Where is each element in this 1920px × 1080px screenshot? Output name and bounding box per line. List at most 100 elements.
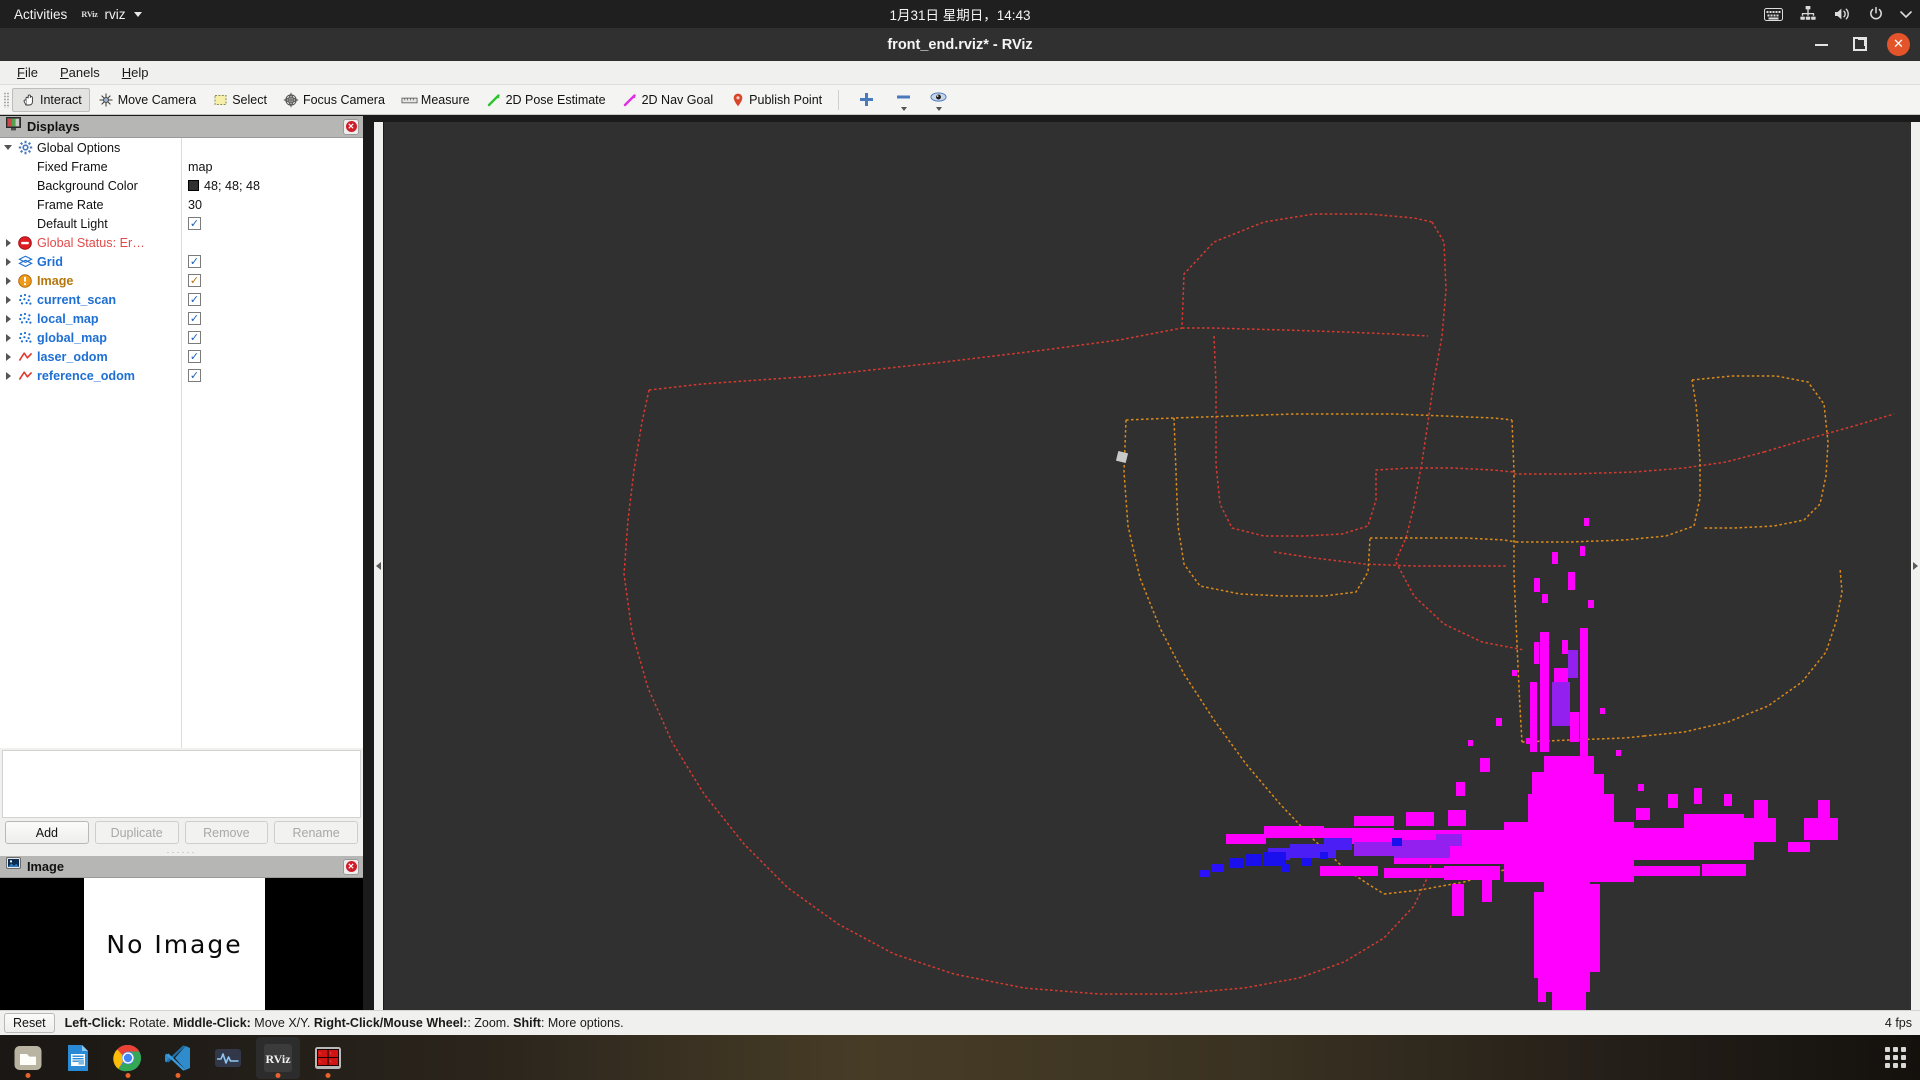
twisty-expanded[interactable]: [0, 138, 16, 157]
image-panel-close-button[interactable]: ✕: [343, 858, 359, 875]
reset-button[interactable]: Reset: [4, 1013, 55, 1033]
minus-icon: [895, 89, 912, 106]
app-menu-rviz[interactable]: RViz rviz: [81, 7, 143, 22]
tree-row-image[interactable]: Image ✓: [0, 271, 363, 290]
tool-move-camera[interactable]: Move Camera: [90, 88, 205, 112]
twisty-collapsed[interactable]: [0, 309, 16, 328]
add-tool-button[interactable]: [847, 88, 886, 112]
vscode-icon[interactable]: [156, 1037, 200, 1079]
tree-row[interactable]: Fixed Frame map: [0, 157, 363, 176]
show-applications-button[interactable]: [1885, 1035, 1906, 1080]
default-light-checkbox[interactable]: ✓: [188, 217, 201, 230]
add-button[interactable]: Add: [5, 821, 89, 844]
tool-2d-pose-estimate[interactable]: 2D Pose Estimate: [478, 88, 614, 112]
system-monitor-icon[interactable]: [206, 1037, 250, 1079]
right-dock-collapse-handle[interactable]: [1911, 122, 1920, 1010]
displays-panel-close-button[interactable]: ✕: [343, 118, 359, 135]
chevron-left-icon: [376, 562, 381, 570]
maximize-button[interactable]: [1849, 35, 1869, 55]
image-panel-icon: [6, 857, 21, 876]
tree-row-laser-odom[interactable]: laser_odom ✓: [0, 347, 363, 366]
image-visible-checkbox[interactable]: ✓: [188, 274, 201, 287]
tree-row[interactable]: Global Options: [0, 138, 363, 157]
activities-button[interactable]: Activities: [0, 7, 81, 22]
chevron-down-icon[interactable]: [1900, 10, 1912, 19]
pose-arrow-green-icon: [486, 91, 503, 108]
laser-odom-visible-checkbox[interactable]: ✓: [188, 350, 201, 363]
toolbar-grip[interactable]: [2, 89, 10, 111]
twisty-collapsed[interactable]: [0, 290, 16, 309]
twisty-collapsed[interactable]: [0, 328, 16, 347]
gear-icon: [16, 139, 34, 156]
local-map-visible-checkbox[interactable]: ✓: [188, 312, 201, 325]
tree-row[interactable]: Background Color 48; 48; 48: [0, 176, 363, 195]
dock-splitter[interactable]: ······: [0, 848, 363, 857]
menu-help[interactable]: Help: [113, 63, 158, 82]
power-icon[interactable]: [1868, 6, 1884, 22]
hand-cursor-icon: [20, 91, 37, 108]
background-color-value[interactable]: 48; 48; 48: [204, 179, 260, 193]
fps-counter: 4 fps: [1884, 1016, 1912, 1030]
tree-row[interactable]: Default Light ✓: [0, 214, 363, 233]
left-dock-collapse-handle[interactable]: [374, 122, 383, 1010]
remove-tool-button[interactable]: [886, 88, 921, 112]
tool-measure[interactable]: Measure: [393, 88, 478, 112]
tool-publish-point-label: Publish Point: [749, 92, 823, 107]
hint-left-click-value: Rotate.: [125, 1016, 174, 1030]
close-button[interactable]: ✕: [1887, 33, 1910, 56]
global-map-visible-checkbox[interactable]: ✓: [188, 331, 201, 344]
files-app-icon[interactable]: [6, 1037, 50, 1079]
pointcloud2-icon: [16, 310, 34, 327]
frame-rate-value[interactable]: 30: [188, 198, 202, 212]
render-view-3d[interactable]: [384, 122, 1920, 1010]
hint-left-click-label: Left-Click:: [64, 1016, 126, 1030]
current-scan-visible-checkbox[interactable]: ✓: [188, 293, 201, 306]
volume-icon[interactable]: [1833, 6, 1852, 22]
minimize-button[interactable]: [1811, 35, 1831, 55]
twisty-collapsed[interactable]: [0, 233, 16, 252]
keyboard-layout-icon[interactable]: [1764, 7, 1783, 21]
tree-row-grid[interactable]: Grid ✓: [0, 252, 363, 271]
tool-visibility-button[interactable]: [921, 88, 956, 112]
displays-tree-container[interactable]: Global Options Fixed Frame map Backgroun…: [0, 138, 363, 748]
tree-row-current-scan[interactable]: current_scan ✓: [0, 290, 363, 309]
image-render-area[interactable]: No Image: [0, 878, 363, 1010]
tool-select-label: Select: [232, 92, 267, 107]
menu-file[interactable]: File: [8, 63, 47, 82]
mouse-hint-text: Left-Click: Rotate. Middle-Click: Move X…: [65, 1016, 624, 1030]
twisty-collapsed[interactable]: [0, 366, 16, 385]
reference-odom-visible-checkbox[interactable]: ✓: [188, 369, 201, 382]
tree-label: Global Status: Er…: [37, 235, 145, 250]
tree-row-global-map[interactable]: global_map ✓: [0, 328, 363, 347]
twisty-collapsed[interactable]: [0, 252, 16, 271]
chevron-down-icon: [134, 11, 143, 17]
fixed-frame-value[interactable]: map: [188, 160, 213, 174]
tree-row-local-map[interactable]: local_map ✓: [0, 309, 363, 328]
menu-panels[interactable]: Panels: [51, 63, 109, 82]
network-icon[interactable]: [1799, 6, 1817, 22]
remove-button[interactable]: Remove: [184, 821, 269, 844]
tree-row-reference-odom[interactable]: reference_odom ✓: [0, 366, 363, 385]
rename-button[interactable]: Rename: [274, 821, 358, 844]
libreoffice-writer-icon[interactable]: [56, 1037, 100, 1079]
menu-help-rest: elp: [131, 65, 149, 80]
background-color-swatch[interactable]: [188, 180, 199, 191]
tree-row[interactable]: Global Status: Er…: [0, 233, 363, 252]
chrome-icon[interactable]: [106, 1037, 150, 1079]
duplicate-button[interactable]: Duplicate: [94, 821, 179, 844]
pointcloud2-icon: [16, 329, 34, 346]
warning-icon: [16, 272, 34, 289]
grid-visible-checkbox[interactable]: ✓: [188, 255, 201, 268]
terminator-icon[interactable]: $_ $_ $_ $_: [306, 1037, 350, 1079]
rviz-icon[interactable]: RViz: [256, 1036, 300, 1079]
tree-row[interactable]: Frame Rate 30: [0, 195, 363, 214]
tool-select[interactable]: Select: [204, 88, 275, 112]
tool-focus-camera[interactable]: Focus Camera: [275, 88, 393, 112]
svg-text:$_: $_: [330, 1059, 334, 1063]
image-letterbox-right: [265, 878, 363, 1010]
tool-2d-nav-goal[interactable]: 2D Nav Goal: [614, 88, 722, 112]
tool-interact[interactable]: Interact: [12, 87, 90, 112]
twisty-collapsed[interactable]: [0, 271, 16, 290]
twisty-collapsed[interactable]: [0, 347, 16, 366]
tool-publish-point[interactable]: Publish Point: [721, 88, 830, 112]
